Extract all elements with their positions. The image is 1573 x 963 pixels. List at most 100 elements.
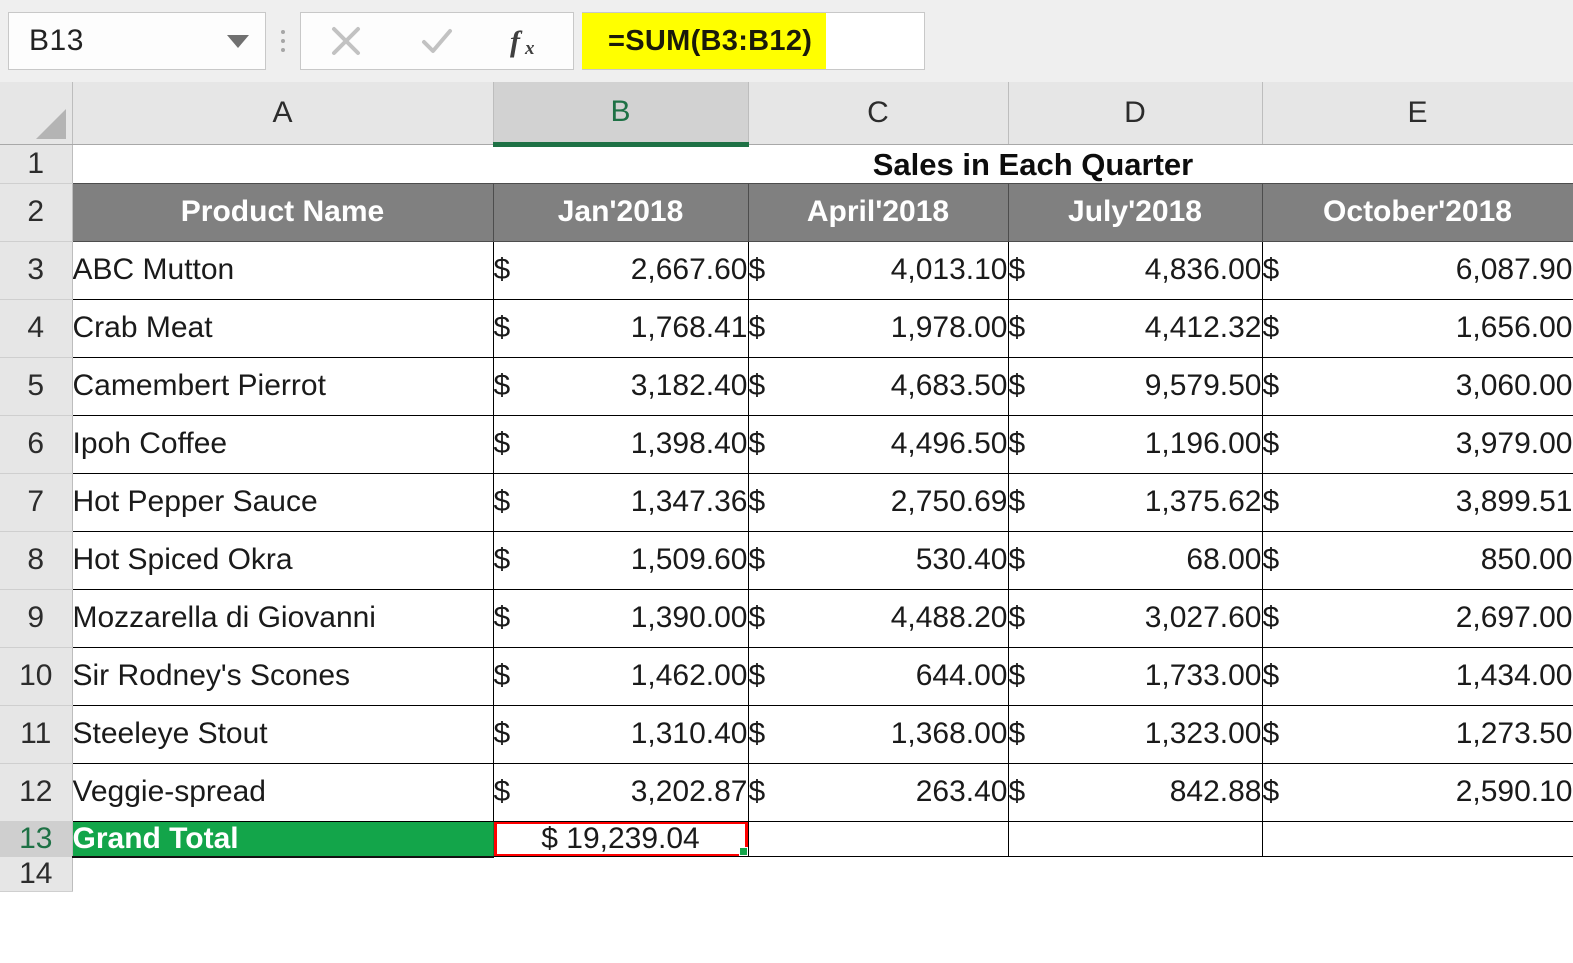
cell-c14[interactable] — [748, 856, 1008, 892]
cell-d12[interactable]: $842.88 — [1007, 762, 1263, 822]
cell-c7[interactable]: $2,750.69 — [747, 472, 1009, 532]
cell-d5[interactable]: $9,579.50 — [1007, 356, 1263, 416]
cell-amount: 1,398.40 — [630, 427, 748, 460]
cell-d4[interactable]: $4,412.32 — [1007, 298, 1263, 358]
row-header-6[interactable]: 6 — [0, 415, 73, 474]
cell-d6[interactable]: $1,196.00 — [1007, 414, 1263, 474]
row-header-7[interactable]: 7 — [0, 473, 73, 532]
cell-e11[interactable]: $1,273.50 — [1261, 704, 1573, 764]
cell-a11[interactable]: Steeleye Stout — [71, 704, 494, 764]
chevron-down-icon[interactable] — [227, 34, 249, 48]
cell-d10[interactable]: $1,733.00 — [1007, 646, 1263, 706]
cell-a3[interactable]: ABC Mutton — [71, 240, 494, 300]
cell-c10[interactable]: $644.00 — [747, 646, 1009, 706]
cell-b14[interactable] — [493, 856, 748, 892]
cell-e5[interactable]: $3,060.00 — [1261, 356, 1573, 416]
cell-c13[interactable] — [747, 820, 1009, 857]
check-icon[interactable] — [406, 13, 468, 69]
cell-b10[interactable]: $1,462.00 — [492, 646, 749, 706]
cell-e9[interactable]: $2,697.00 — [1261, 588, 1573, 648]
currency-value: $6,087.90 — [1263, 253, 1572, 287]
cell-e14[interactable] — [1262, 856, 1573, 892]
row-header-4[interactable]: 4 — [0, 299, 73, 358]
cell-a5[interactable]: Camembert Pierrot — [71, 356, 494, 416]
cell-a10[interactable]: Sir Rodney's Scones — [71, 646, 494, 706]
row-header-1[interactable]: 1 — [0, 144, 73, 184]
cell-b8[interactable]: $1,509.60 — [492, 530, 749, 590]
row-header-8[interactable]: 8 — [0, 531, 73, 590]
name-box[interactable]: B13 — [8, 12, 266, 70]
row-header-13[interactable]: 13 — [0, 821, 73, 857]
fx-insert-function-icon[interactable]: f x — [497, 13, 559, 69]
cell-a12[interactable]: Veggie-spread — [71, 762, 494, 822]
cell-b7[interactable]: $1,347.36 — [492, 472, 749, 532]
cell-e3[interactable]: $6,087.90 — [1261, 240, 1573, 300]
cell-e7[interactable]: $3,899.51 — [1261, 472, 1573, 532]
cell-e13[interactable] — [1261, 820, 1573, 857]
column-label-product-name[interactable]: Product Name — [71, 182, 494, 242]
row-header-9[interactable]: 9 — [0, 589, 73, 648]
row-header-5[interactable]: 5 — [0, 357, 73, 416]
close-x-icon[interactable] — [315, 13, 377, 69]
cell-a7[interactable]: Hot Pepper Sauce — [71, 472, 494, 532]
cell-d14[interactable] — [1008, 856, 1262, 892]
cell-a4[interactable]: Crab Meat — [71, 298, 494, 358]
cell-d8[interactable]: $68.00 — [1007, 530, 1263, 590]
grand-total-label[interactable]: Grand Total — [71, 820, 494, 858]
cell-b3[interactable]: $2,667.60 — [492, 240, 749, 300]
sheet-title[interactable]: Sales in Each Quarter — [493, 144, 1573, 183]
cell-c11[interactable]: $1,368.00 — [747, 704, 1009, 764]
row-header-11[interactable]: 11 — [0, 705, 73, 764]
row-header-14[interactable]: 14 — [0, 856, 73, 892]
cell-c8[interactable]: $530.40 — [747, 530, 1009, 590]
cell-c6[interactable]: $4,496.50 — [747, 414, 1009, 474]
cell-e6[interactable]: $3,979.00 — [1261, 414, 1573, 474]
row-header-3[interactable]: 3 — [0, 241, 73, 300]
cell-b9[interactable]: $1,390.00 — [492, 588, 749, 648]
column-label-july-2018[interactable]: July'2018 — [1007, 182, 1263, 242]
column-label-october-2018[interactable]: October'2018 — [1261, 182, 1573, 242]
cell-b13-selected[interactable]: $ 19,239.04 — [492, 820, 749, 857]
cell-d11[interactable]: $1,323.00 — [1007, 704, 1263, 764]
cell-a8[interactable]: Hot Spiced Okra — [71, 530, 494, 590]
cell-c4[interactable]: $1,978.00 — [747, 298, 1009, 358]
fill-handle-icon[interactable] — [738, 847, 747, 856]
formula-input[interactable]: =SUM(B3:B12) — [582, 12, 925, 70]
cell-a6[interactable]: Ipoh Coffee — [71, 414, 494, 474]
row-header-2[interactable]: 2 — [0, 183, 73, 242]
column-header-e[interactable]: E — [1262, 82, 1573, 145]
cell-c5[interactable]: $4,683.50 — [747, 356, 1009, 416]
row-header-10[interactable]: 10 — [0, 647, 73, 706]
column-header-c[interactable]: C — [748, 82, 1009, 145]
cell-d9[interactable]: $3,027.60 — [1007, 588, 1263, 648]
cell-e8[interactable]: $850.00 — [1261, 530, 1573, 590]
cell-e12[interactable]: $2,590.10 — [1261, 762, 1573, 822]
currency-symbol: $ — [1008, 717, 1026, 750]
cell-d3[interactable]: $4,836.00 — [1007, 240, 1263, 300]
column-header-a[interactable]: A — [72, 82, 494, 145]
cell-c3[interactable]: $4,013.10 — [747, 240, 1009, 300]
cell-b11[interactable]: $1,310.40 — [492, 704, 749, 764]
cell-b4[interactable]: $1,768.41 — [492, 298, 749, 358]
cell-a1[interactable] — [72, 144, 493, 183]
cell-d13[interactable] — [1007, 820, 1263, 857]
cell-e4[interactable]: $1,656.00 — [1261, 298, 1573, 358]
row-header-12[interactable]: 12 — [0, 763, 73, 822]
column-label-jan-2018[interactable]: Jan'2018 — [492, 182, 749, 242]
cell-b6[interactable]: $1,398.40 — [492, 414, 749, 474]
column-label-april-2018[interactable]: April'2018 — [747, 182, 1009, 242]
cell-a9[interactable]: Mozzarella di Giovanni — [71, 588, 494, 648]
table-row: 11 Steeleye Stout $1,310.40 $1,368.00 $1,323… — [0, 704, 1573, 764]
cell-b12[interactable]: $3,202.87 — [492, 762, 749, 822]
cell-e10[interactable]: $1,434.00 — [1261, 646, 1573, 706]
vertical-dots-grip-icon[interactable] — [266, 12, 300, 70]
select-all-corner[interactable] — [0, 82, 73, 145]
column-header-d[interactable]: D — [1008, 82, 1263, 145]
cell-c12[interactable]: $263.40 — [747, 762, 1009, 822]
cell-b5[interactable]: $3,182.40 — [492, 356, 749, 416]
table-row: 12 Veggie-spread $3,202.87 $263.40 $842.88 $2… — [0, 762, 1573, 822]
column-header-b[interactable]: B — [493, 82, 749, 147]
cell-a14[interactable] — [72, 856, 493, 892]
cell-c9[interactable]: $4,488.20 — [747, 588, 1009, 648]
cell-d7[interactable]: $1,375.62 — [1007, 472, 1263, 532]
